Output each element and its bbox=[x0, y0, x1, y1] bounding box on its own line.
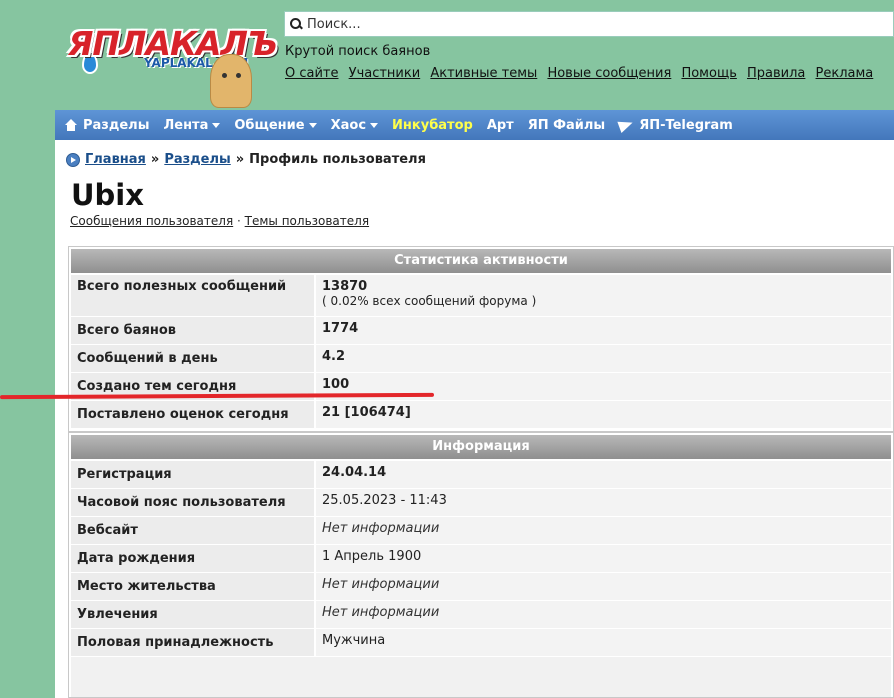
row-label: Дата рождения bbox=[71, 545, 316, 572]
chevron-down-icon bbox=[212, 122, 221, 128]
site-logo[interactable]: ЯПЛАКАЛЪ YAPLAKAL.COM bbox=[62, 16, 278, 108]
table-row: Место жительства Нет информации bbox=[71, 573, 891, 601]
row-label: Место жительства bbox=[71, 573, 316, 600]
table-row: Увлечения Нет информации bbox=[71, 601, 891, 629]
row-value: Нет информации bbox=[316, 517, 891, 544]
table-row: Всего полезных сообщений 13870 ( 0.02% в… bbox=[71, 275, 891, 317]
search-icon bbox=[289, 17, 303, 31]
nav-chaos[interactable]: Хаос bbox=[331, 118, 379, 133]
row-value: 1 Апрель 1900 bbox=[316, 545, 891, 572]
row-value: Нет информации bbox=[316, 573, 891, 600]
home-icon[interactable] bbox=[65, 119, 77, 131]
tagline: Крутой поиск баянов bbox=[285, 44, 431, 59]
useful-posts-value: 13870 bbox=[322, 279, 368, 294]
breadcrumb-home[interactable]: Главная bbox=[85, 152, 146, 167]
user-topics-link[interactable]: Темы пользователя bbox=[245, 214, 369, 228]
info-panel: Информация Регистрация 24.04.14 Часовой … bbox=[68, 432, 894, 698]
telegram-icon bbox=[619, 119, 633, 131]
page-title: Ubix bbox=[71, 178, 144, 212]
row-label: Поставлено оценок сегодня bbox=[71, 401, 316, 428]
chevron-down-icon bbox=[308, 122, 317, 128]
chevron-down-icon bbox=[370, 122, 379, 128]
nav-telegram[interactable]: ЯП-Telegram bbox=[619, 118, 733, 133]
row-value: 4.2 bbox=[316, 345, 891, 372]
nav-communication[interactable]: Общение bbox=[234, 118, 317, 133]
activity-stats-panel: Статистика активности Всего полезных соо… bbox=[68, 246, 894, 432]
link-about[interactable]: О сайте bbox=[285, 66, 339, 81]
table-row: Всего баянов 1774 bbox=[71, 317, 891, 345]
row-label: Вебсайт bbox=[71, 517, 316, 544]
table-row: Сообщений в день 4.2 bbox=[71, 345, 891, 373]
search-box[interactable] bbox=[284, 11, 894, 37]
nav-files[interactable]: ЯП Файлы bbox=[528, 118, 605, 133]
row-label: Всего полезных сообщений bbox=[71, 275, 316, 316]
link-ads[interactable]: Реклама bbox=[816, 66, 874, 81]
breadcrumb-current: Профиль пользователя bbox=[249, 152, 426, 167]
link-separator: · bbox=[237, 214, 241, 228]
row-label: Всего баянов bbox=[71, 317, 316, 344]
link-rules[interactable]: Правила bbox=[747, 66, 805, 81]
nav-feed[interactable]: Лента bbox=[163, 118, 221, 133]
table-row: Поставлено оценок сегодня 21 [106474] bbox=[71, 401, 891, 429]
top-links: О сайте Участники Активные темы Новые со… bbox=[285, 66, 879, 81]
link-new-messages[interactable]: Новые сообщения bbox=[547, 66, 671, 81]
link-help[interactable]: Помощь bbox=[681, 66, 736, 81]
row-value: Мужчина bbox=[316, 629, 891, 656]
doge-mascot-icon bbox=[210, 54, 252, 108]
table-row: Дата рождения 1 Апрель 1900 bbox=[71, 545, 891, 573]
panel-header: Информация bbox=[71, 435, 891, 459]
panel-header: Статистика активности bbox=[71, 249, 891, 273]
row-value: 1774 bbox=[316, 317, 891, 344]
row-value: Нет информации bbox=[316, 601, 891, 628]
row-value: 24.04.14 bbox=[316, 461, 891, 488]
row-label: Половая принадлежность bbox=[71, 629, 316, 656]
row-value: 21 [106474] bbox=[316, 401, 891, 428]
useful-posts-share: ( 0.02% всех сообщений форума ) bbox=[322, 294, 537, 308]
row-label: Регистрация bbox=[71, 461, 316, 488]
nav-art[interactable]: Арт bbox=[487, 118, 514, 133]
arrow-circle-icon bbox=[66, 152, 80, 167]
row-label: Сообщений в день bbox=[71, 345, 316, 372]
row-value: 25.05.2023 - 11:43 bbox=[316, 489, 891, 516]
table-row: Часовой пояс пользователя 25.05.2023 - 1… bbox=[71, 489, 891, 517]
main-nav: Разделы Лента Общение Хаос Инкубатор Арт… bbox=[55, 110, 894, 140]
breadcrumb: Главная » Разделы » Профиль пользователя bbox=[66, 152, 426, 167]
table-row: Вебсайт Нет информации bbox=[71, 517, 891, 545]
row-label: Увлечения bbox=[71, 601, 316, 628]
nav-incubator[interactable]: Инкубатор bbox=[392, 118, 473, 133]
breadcrumb-separator: » bbox=[150, 152, 160, 167]
user-messages-link[interactable]: Сообщения пользователя bbox=[70, 214, 233, 228]
breadcrumb-separator: » bbox=[235, 152, 245, 167]
row-label: Часовой пояс пользователя bbox=[71, 489, 316, 516]
breadcrumb-sections[interactable]: Разделы bbox=[164, 152, 230, 167]
main-content: Главная » Разделы » Профиль пользователя… bbox=[55, 140, 894, 698]
link-members[interactable]: Участники bbox=[349, 66, 421, 81]
table-row: Регистрация 24.04.14 bbox=[71, 461, 891, 489]
link-active-topics[interactable]: Активные темы bbox=[430, 66, 537, 81]
table-row: Половая принадлежность Мужчина bbox=[71, 629, 891, 657]
panel-filler bbox=[71, 657, 891, 697]
search-input[interactable] bbox=[307, 16, 893, 32]
nav-sections[interactable]: Разделы bbox=[83, 118, 149, 133]
profile-links: Сообщения пользователя · Темы пользовате… bbox=[70, 214, 369, 228]
row-value: 13870 ( 0.02% всех сообщений форума ) bbox=[316, 275, 891, 316]
